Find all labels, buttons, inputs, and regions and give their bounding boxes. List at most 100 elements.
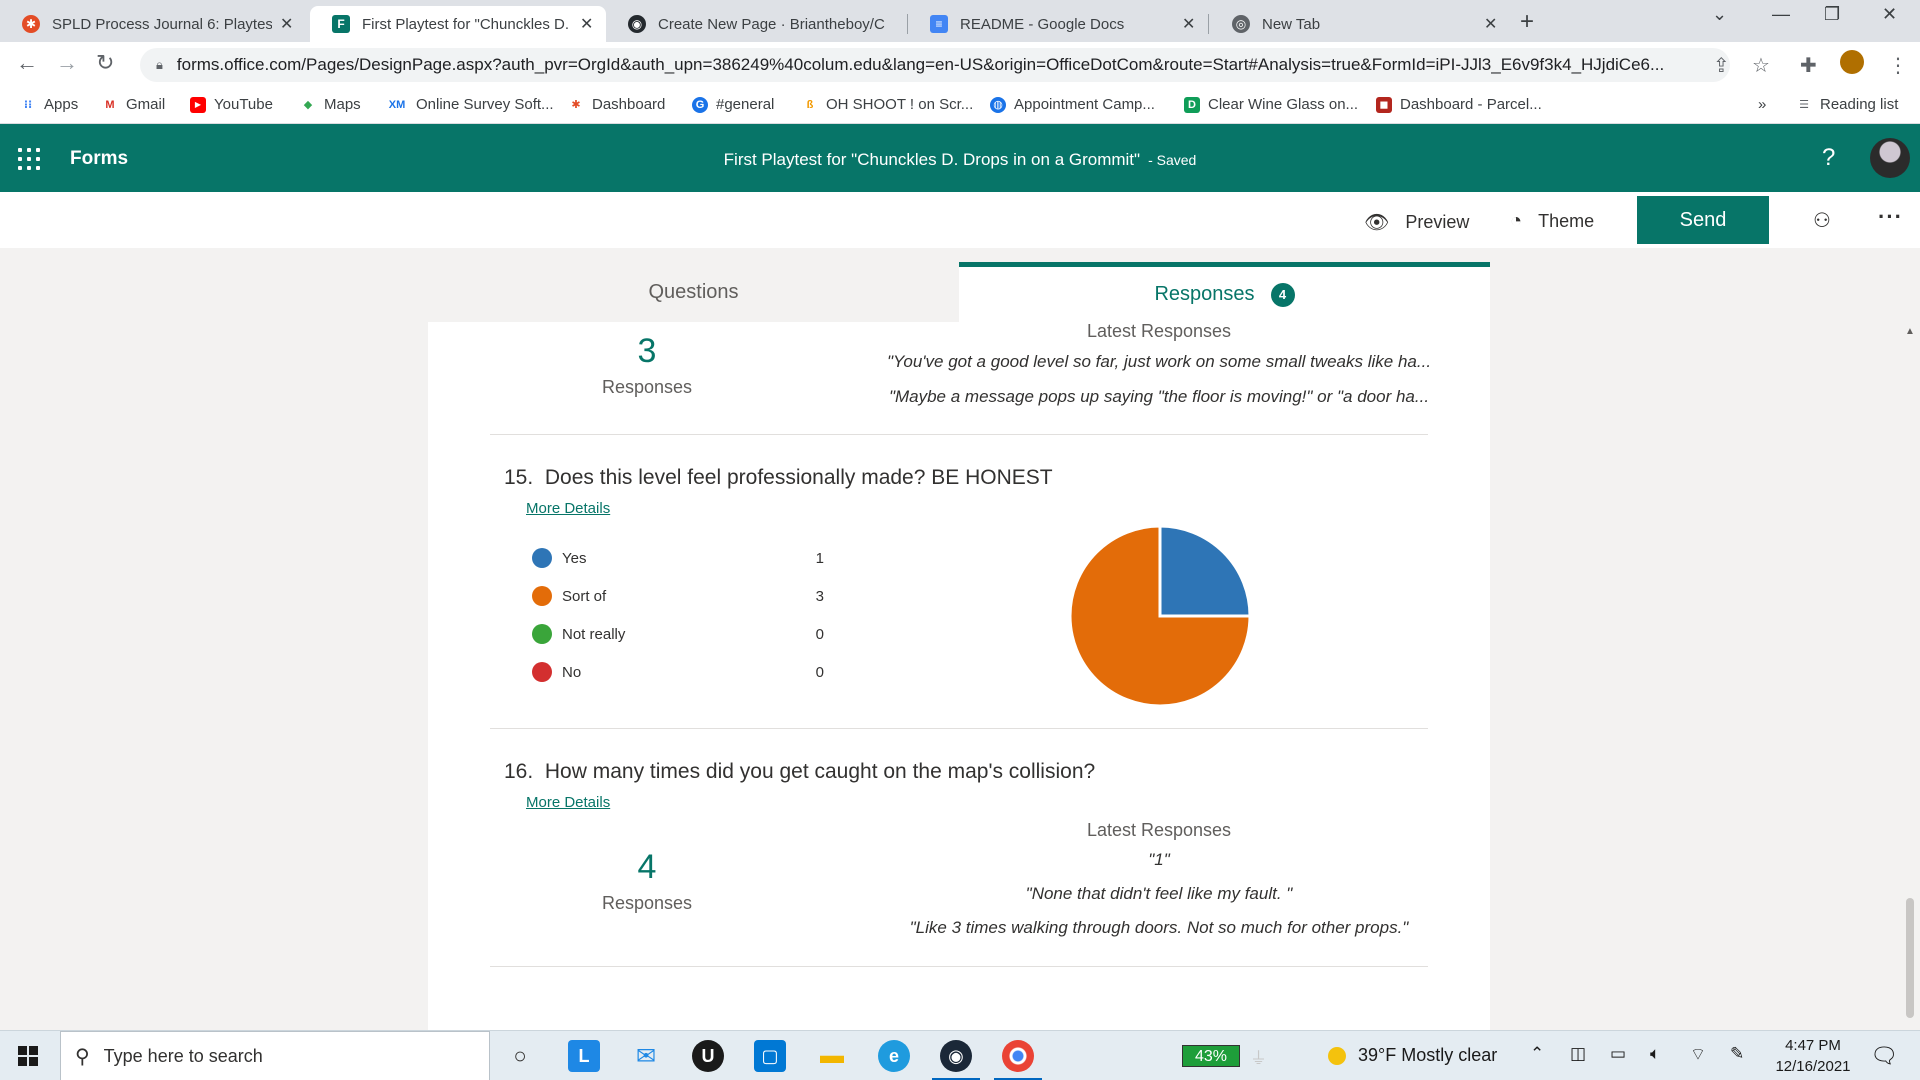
collaborate-icon[interactable]: ⚇ (1813, 208, 1831, 233)
lock-icon[interactable]: 🔒︎ (156, 57, 163, 73)
legend-swatch (532, 624, 552, 644)
share-icon[interactable]: ⇪ (1713, 53, 1730, 78)
close-tab-icon[interactable]: ✕ (1182, 14, 1196, 34)
script-icon: ß (806, 98, 814, 111)
reading-list-button[interactable]: ☰ Reading list (1796, 96, 1898, 113)
scrollbar-thumb[interactable] (1906, 898, 1914, 1018)
scroll-up-icon[interactable]: ▲ (1905, 326, 1915, 337)
close-tab-icon[interactable]: ✕ (580, 14, 594, 34)
q15-legend-yes: Yes 1 (532, 546, 832, 570)
d-icon: D (1184, 96, 1200, 113)
bookmark-general[interactable]: G #general (692, 96, 774, 113)
form-tabs: Questions Responses 4 (428, 262, 1490, 322)
bookmark-gmail[interactable]: M Gmail (102, 96, 165, 113)
tab-search-icon[interactable]: ⌄ (1712, 4, 1727, 25)
new-tab-button[interactable]: + (1520, 8, 1534, 36)
edge-icon[interactable]: e (878, 1040, 910, 1072)
browser-tab-spld-journal[interactable]: ✱ SPLD Process Journal 6: Playtesti ✕ (0, 6, 306, 42)
tab-questions[interactable]: Questions (428, 262, 959, 322)
browser-tab-google-docs[interactable]: ≡ README - Google Docs ✕ (908, 6, 1208, 42)
bookmark-oh-shoot[interactable]: ß OH SHOOT ! on Scr... (802, 96, 974, 113)
browser-tab-new-tab[interactable]: ◎ New Tab ✕ (1210, 6, 1510, 42)
forms-header: Forms First Playtest for "Chunckles D. D… (0, 124, 1920, 192)
minimize-icon[interactable]: — (1772, 4, 1790, 25)
q15-more-details-link[interactable]: More Details (526, 500, 610, 517)
meet-now-icon[interactable]: ◫ (1570, 1044, 1586, 1064)
help-icon[interactable]: ? (1822, 144, 1835, 172)
more-options-button[interactable]: ··· (1878, 204, 1903, 230)
close-tab-icon[interactable]: ✕ (280, 14, 294, 34)
bookmark-appointment[interactable]: ◍ Appointment Camp... (990, 96, 1155, 113)
volume-icon[interactable]: 🔈︎ (1650, 1044, 1660, 1064)
mail-icon[interactable]: ✉ (630, 1040, 662, 1072)
close-tab-icon[interactable]: ✕ (1484, 14, 1498, 34)
browser-tab-title: First Playtest for "Chunckles D. D (362, 15, 572, 33)
file-explorer-icon[interactable]: ▬ (816, 1040, 848, 1072)
bookmark-dashboard[interactable]: ✱ Dashboard (568, 96, 665, 113)
bookmark-qualtrics[interactable]: XM Online Survey Soft... (386, 96, 554, 113)
youtube-icon: ▶ (190, 96, 206, 113)
bookmark-apps[interactable]: ⁝⁝ Apps (20, 96, 78, 113)
search-icon: ⚲ (75, 1045, 90, 1068)
q16-latest-heading: Latest Responses (1086, 820, 1232, 840)
bookmark-maps[interactable]: ◆ Maps (300, 96, 361, 113)
bookmark-wine-glass[interactable]: D Clear Wine Glass on... (1184, 96, 1358, 113)
palette-icon: ◔ (1510, 210, 1523, 232)
lucidchart-icon[interactable]: L (568, 1040, 600, 1072)
question-divider (490, 728, 1428, 729)
extensions-puzzle-icon[interactable]: ✚ (1800, 53, 1817, 78)
wifi-icon[interactable]: ⌔ (1690, 1044, 1706, 1065)
pie-slice-yes[interactable] (1158, 524, 1252, 618)
forward-arrow-icon[interactable]: → (56, 50, 78, 76)
browser-tab-github[interactable]: ◉ Create New Page · Briantheboy/C (606, 6, 906, 42)
theme-button[interactable]: ◔ Theme (1510, 210, 1594, 233)
weather-widget[interactable]: 39°F Mostly clear (1328, 1045, 1497, 1066)
unreal-engine-icon[interactable]: U (692, 1040, 724, 1072)
taskbar-search-box[interactable]: ⚲ Type here to search (60, 1031, 490, 1080)
theme-label: Theme (1538, 211, 1595, 231)
battery-icon[interactable]: ▭ (1610, 1044, 1626, 1064)
page-scrollbar[interactable]: ▲ (1900, 320, 1920, 1030)
restore-icon[interactable]: ❐ (1824, 4, 1840, 25)
cortana-icon[interactable]: ○ (504, 1040, 536, 1072)
legend-label: No (562, 663, 582, 681)
preview-button[interactable]: 👁︎ Preview (1364, 210, 1469, 235)
chrome-taskbar-icon[interactable] (994, 1040, 1042, 1080)
bookmarks-bar: ⁝⁝ Apps M Gmail ▶ YouTube ◆ Maps XM Onli… (0, 88, 1920, 124)
clock-time: 4:47 PM (1785, 1037, 1841, 1054)
avatar[interactable] (1870, 138, 1910, 178)
bookmark-parcel[interactable]: ◼ Dashboard - Parcel... (1376, 96, 1542, 113)
notifications-icon[interactable]: 🗨︎ (1870, 1043, 1898, 1069)
back-arrow-icon[interactable]: ← (16, 50, 38, 76)
legend-label: Not really (562, 625, 626, 643)
taskbar-search-placeholder: Type here to search (103, 1045, 263, 1066)
browser-tab-forms[interactable]: F First Playtest for "Chunckles D. D ✕ (310, 6, 606, 42)
weather-moon-icon (1328, 1046, 1346, 1065)
bookmark-label: OH SHOOT ! on Scr... (826, 96, 974, 113)
q16-more-details-link[interactable]: More Details (526, 794, 610, 811)
bookmarks-overflow-button[interactable]: » (1758, 96, 1766, 113)
extension-avatar-icon[interactable] (1840, 50, 1864, 74)
send-button[interactable]: Send (1637, 196, 1769, 244)
steam-icon[interactable]: ◉ (932, 1040, 980, 1080)
address-bar[interactable]: 🔒︎ forms.office.com/Pages/DesignPage.asp… (140, 48, 1730, 82)
tab-responses[interactable]: Responses 4 (959, 262, 1490, 322)
star-icon[interactable]: ☆ (1752, 53, 1770, 78)
close-window-icon[interactable]: ✕ (1882, 4, 1897, 25)
parcel-icon: ◼ (1376, 96, 1392, 113)
browser-tab-title: Create New Page · Briantheboy/C (658, 15, 885, 33)
clock[interactable]: 4:47 PM 12/16/2021 (1768, 1035, 1858, 1077)
chevron-up-icon[interactable]: ⌃ (1530, 1044, 1544, 1064)
pen-icon[interactable]: ✎ (1730, 1044, 1744, 1064)
windows-start-icon[interactable] (18, 1046, 38, 1066)
reading-list-icon: ☰ (1799, 99, 1809, 111)
windows-taskbar: ⚲ Type here to search ○ L ✉ U ▢ ▬ e ◉ 43… (0, 1030, 1920, 1080)
bookmark-youtube[interactable]: ▶ YouTube (190, 96, 273, 113)
q16-response-count: 4 Responses (547, 848, 747, 914)
kebab-menu-icon[interactable]: ⋮ (1888, 53, 1908, 78)
reload-icon[interactable]: ↻ (96, 50, 114, 76)
battery-indicator[interactable]: 43% (1182, 1045, 1240, 1067)
q16-latest-response: "None that didn't feel like my fault. " (1025, 884, 1293, 903)
store-icon[interactable]: ▢ (754, 1040, 786, 1072)
url-text[interactable]: forms.office.com/Pages/DesignPage.aspx?a… (177, 55, 1677, 75)
